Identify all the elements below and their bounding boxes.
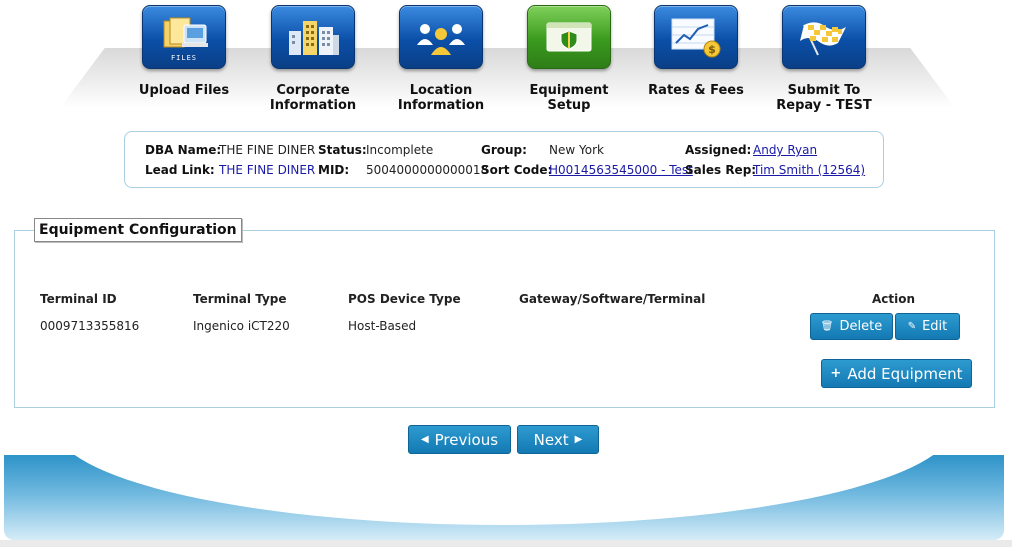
step-label: Submit To Repay - TEST	[776, 83, 872, 113]
location-people-icon	[399, 5, 483, 69]
equipment-configuration-panel: Terminal ID Terminal Type POS Device Typ…	[14, 230, 995, 408]
trash-icon: 🗑	[820, 321, 834, 332]
cell-terminal-id: 0009713355816	[40, 319, 140, 333]
delete-button-label: Delete	[839, 319, 883, 334]
add-equipment-label: Add Equipment	[847, 364, 963, 383]
step-equipment-setup[interactable]: Equipment Setup	[509, 5, 629, 113]
equipment-configuration-title: Equipment Configuration	[34, 218, 242, 242]
corporate-building-icon	[271, 5, 355, 69]
equipment-table: Terminal ID Terminal Type POS Device Typ…	[15, 231, 994, 407]
step-rates-fees[interactable]: $ Rates & Fees	[636, 5, 756, 98]
sort-code-label: Sort Code:	[481, 163, 553, 177]
edit-button[interactable]: ✎ Edit	[895, 313, 960, 340]
checkered-flag-icon	[782, 5, 866, 69]
sales-rep-link[interactable]: Tim Smith (12564)	[753, 163, 865, 177]
previous-button[interactable]: ◀ Previous	[408, 425, 511, 454]
svg-text:$: $	[708, 43, 716, 56]
step-label: Rates & Fees	[648, 83, 744, 98]
status-value: Incomplete	[366, 143, 434, 157]
col-header-terminal-type: Terminal Type	[193, 292, 287, 306]
sales-rep-label: Sales Rep:	[685, 163, 757, 177]
delete-button[interactable]: 🗑 Delete	[810, 313, 893, 340]
col-header-gateway: Gateway/Software/Terminal	[519, 292, 706, 306]
step-label: Location Information	[397, 83, 485, 113]
mid-value: 5004000000000018	[366, 163, 489, 177]
lead-link-value[interactable]: THE FINE DINER	[219, 163, 315, 177]
cell-pos-device-type: Host-Based	[348, 319, 417, 333]
upload-files-icon: FILES	[142, 5, 226, 69]
dba-name-value: THE FINE DINER	[219, 143, 316, 157]
dba-name-label: DBA Name:	[145, 143, 222, 157]
footer-wave	[4, 455, 1004, 540]
footer-strip	[0, 540, 1012, 547]
col-header-pos-device-type: POS Device Type	[348, 292, 461, 306]
next-button[interactable]: Next ▶	[517, 425, 599, 454]
pencil-icon: ✎	[907, 321, 917, 332]
mid-label: MID:	[318, 163, 350, 177]
files-badge: FILES	[170, 54, 198, 62]
merchant-info-box: DBA Name: THE FINE DINER Status: Incompl…	[124, 131, 884, 188]
next-button-label: Next	[533, 430, 569, 449]
chevron-left-icon: ◀	[420, 434, 429, 445]
wizard-steps: FILES Upload Files Corporate Information	[0, 0, 1012, 120]
previous-button-label: Previous	[434, 430, 499, 449]
plus-icon: +	[830, 366, 842, 381]
step-label: Corporate Information	[269, 83, 357, 113]
cell-terminal-type: Ingenico iCT220	[193, 319, 290, 333]
rates-chart-icon: $	[654, 5, 738, 69]
status-label: Status:	[318, 143, 367, 157]
assigned-label: Assigned:	[685, 143, 752, 157]
group-value: New York	[549, 143, 604, 157]
step-label: Equipment Setup	[529, 83, 609, 113]
step-location-information[interactable]: Location Information	[381, 5, 501, 113]
step-upload-files[interactable]: FILES Upload Files	[124, 5, 244, 98]
group-label: Group:	[481, 143, 527, 157]
step-corporate-information[interactable]: Corporate Information	[253, 5, 373, 113]
step-submit-repay[interactable]: Submit To Repay - TEST	[764, 5, 884, 113]
lead-link-label: Lead Link:	[145, 163, 215, 177]
step-label: Upload Files	[138, 83, 230, 98]
equipment-terminal-icon	[527, 5, 611, 69]
add-equipment-button[interactable]: + Add Equipment	[821, 359, 972, 388]
chevron-right-icon: ▶	[574, 434, 583, 445]
edit-button-label: Edit	[922, 319, 948, 334]
sort-code-link[interactable]: H0014563545000 - Test	[549, 163, 693, 177]
col-header-action: Action	[872, 292, 916, 306]
col-header-terminal-id: Terminal ID	[40, 292, 117, 306]
assigned-link[interactable]: Andy Ryan	[753, 143, 817, 157]
